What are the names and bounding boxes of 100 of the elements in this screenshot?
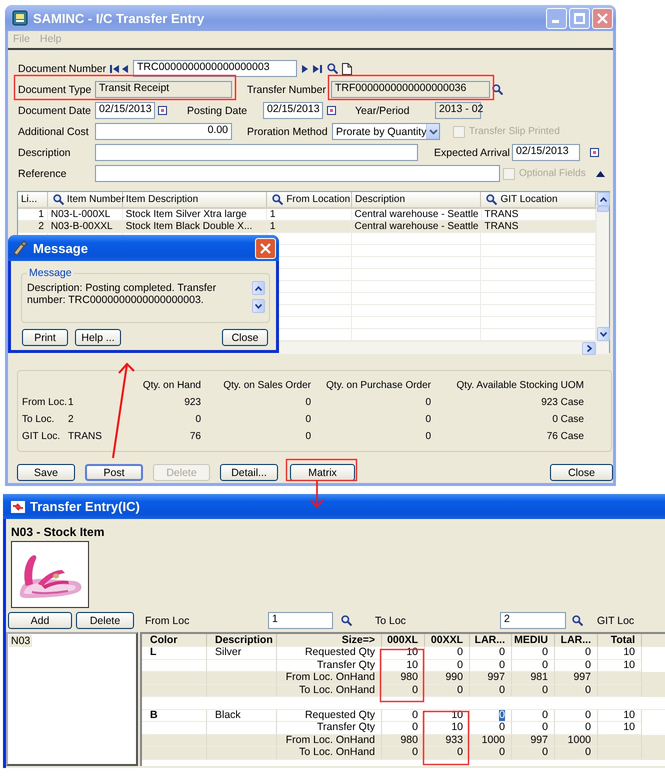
calendar-icon[interactable] <box>158 106 167 115</box>
column-header[interactable]: Item Description <box>126 194 198 205</box>
dialog-button[interactable]: Close <box>222 329 268 346</box>
calendar-icon[interactable] <box>590 148 599 157</box>
table-cell: Silver <box>215 647 242 658</box>
search-icon[interactable] <box>341 615 352 626</box>
annotation-arrow <box>310 480 324 508</box>
search-icon[interactable] <box>572 615 583 626</box>
reference-field[interactable] <box>95 165 500 182</box>
table-cell[interactable]: 0 <box>499 710 505 721</box>
minimize-icon <box>552 20 558 23</box>
arrow-down-icon <box>600 332 607 336</box>
column-header: 000XL <box>387 634 418 646</box>
scroll-down-button[interactable] <box>597 327 610 341</box>
column-header: Description <box>215 634 273 646</box>
field-label: Reference <box>18 168 68 180</box>
date-field[interactable]: 02/15/2013 <box>95 102 155 119</box>
column-header[interactable]: Item Number <box>66 194 125 205</box>
table-cell: 10 <box>406 660 418 671</box>
action-button[interactable]: Detail... <box>220 464 278 481</box>
table-cell: 997 <box>487 672 505 684</box>
dialog-button[interactable]: Help ... <box>75 329 121 346</box>
grid-row[interactable]: 2 N03-B-00XXL Stock Item Black Double X... 1 Central warehouse - Seattle TRANS <box>18 221 596 233</box>
previous-record-icon[interactable] <box>122 64 128 74</box>
table-cell: 0 <box>412 747 418 758</box>
table-cell: 933 <box>445 734 463 746</box>
row-label: GIT Loc. <box>22 431 62 442</box>
next-record-icon[interactable] <box>302 64 308 74</box>
to-location-field[interactable]: 2 <box>500 612 566 629</box>
table-cell: 0 <box>542 722 548 734</box>
transfer-number-field[interactable]: TRF0000000000000000036 <box>331 81 490 98</box>
table-cell: 0 <box>499 722 505 734</box>
table-cell: 997 <box>530 734 548 746</box>
column-header[interactable]: Description <box>354 194 406 205</box>
search-icon[interactable] <box>52 194 64 205</box>
triangle-up-icon[interactable] <box>596 170 605 176</box>
description-field[interactable] <box>95 144 418 161</box>
field-label: Posting Date <box>187 104 248 116</box>
table-cell: 0 <box>499 684 505 696</box>
scroll-right-button[interactable] <box>582 342 596 355</box>
maximize-icon <box>574 12 585 24</box>
column-header: Color <box>150 634 178 646</box>
table-cell: 0 <box>412 684 418 696</box>
table-cell: 0 <box>542 710 548 721</box>
search-icon[interactable] <box>492 84 503 95</box>
vertical-scrollbar[interactable] <box>596 192 609 341</box>
proration-dropdown[interactable]: Prorate by Quantity <box>332 123 440 140</box>
table-cell: 980 <box>400 734 418 746</box>
additional-cost-field[interactable]: 0.00 <box>95 123 232 140</box>
close-icon <box>597 12 608 24</box>
field-label: To Loc <box>375 614 407 626</box>
date-field[interactable]: 02/15/2013 <box>512 144 580 161</box>
close-button[interactable] <box>255 238 276 258</box>
row-label: Transfer Qty <box>317 722 375 734</box>
scrollbar-thumb[interactable] <box>597 206 609 212</box>
row-label: Requested Qty <box>304 647 375 658</box>
action-button[interactable]: Delete <box>76 612 134 629</box>
grid-row[interactable]: 1 N03-L-000XL Stock Item Silver Xtra large 1 Central warehouse - Seattle TRANS <box>18 209 596 221</box>
scroll-down-button[interactable] <box>252 299 265 313</box>
column-header[interactable]: From Location <box>286 194 350 205</box>
table-cell: L <box>150 647 156 658</box>
action-button[interactable]: Save <box>17 464 75 481</box>
table-cell: 990 <box>445 672 463 684</box>
document-number-field[interactable]: TRC0000000000000000003 <box>133 60 297 77</box>
table-cell: 0 <box>585 684 591 696</box>
year-period-field[interactable]: 2013 - 02 <box>435 102 481 119</box>
action-button[interactable]: Matrix <box>290 464 355 481</box>
arrow-right-icon <box>586 345 592 352</box>
list-item[interactable]: N03 <box>9 635 32 647</box>
table-cell: 1 <box>18 209 48 220</box>
action-button[interactable]: Post <box>85 464 143 481</box>
calendar-icon[interactable] <box>327 106 336 115</box>
table-cell: 981 <box>530 672 548 684</box>
column-header[interactable]: GIT Location <box>500 194 558 205</box>
table-cell: 0 <box>412 722 418 734</box>
action-button[interactable]: Add <box>8 612 72 629</box>
last-record-icon[interactable] <box>312 64 322 74</box>
table-cell: 0 <box>412 710 418 721</box>
table-cell: 1000 <box>482 734 505 746</box>
column-header[interactable]: Li... <box>21 194 38 205</box>
column-header: Total <box>610 634 635 646</box>
new-document-icon[interactable] <box>342 62 352 74</box>
dialog-button[interactable]: Print <box>22 329 68 346</box>
table-cell: 980 <box>400 672 418 684</box>
field-label: From Loc <box>145 614 190 626</box>
action-button[interactable]: Close <box>550 464 613 481</box>
close-button[interactable] <box>592 8 613 28</box>
table-cell: 0 <box>305 414 311 425</box>
search-icon[interactable] <box>272 194 284 205</box>
search-icon[interactable] <box>327 63 338 74</box>
scroll-up-button[interactable] <box>252 281 265 295</box>
scroll-up-button[interactable] <box>597 192 610 206</box>
search-icon[interactable] <box>486 194 498 205</box>
date-field[interactable]: 02/15/2013 <box>263 102 323 119</box>
document-type-field[interactable]: Transit Receipt <box>95 81 232 98</box>
table-cell: 0 <box>499 660 505 671</box>
first-record-icon[interactable] <box>110 64 120 74</box>
row-label: To Loc. OnHand <box>299 684 375 696</box>
from-location-field[interactable]: 1 <box>268 612 333 629</box>
table-cell: Stock Item Silver Xtra large <box>122 209 267 220</box>
